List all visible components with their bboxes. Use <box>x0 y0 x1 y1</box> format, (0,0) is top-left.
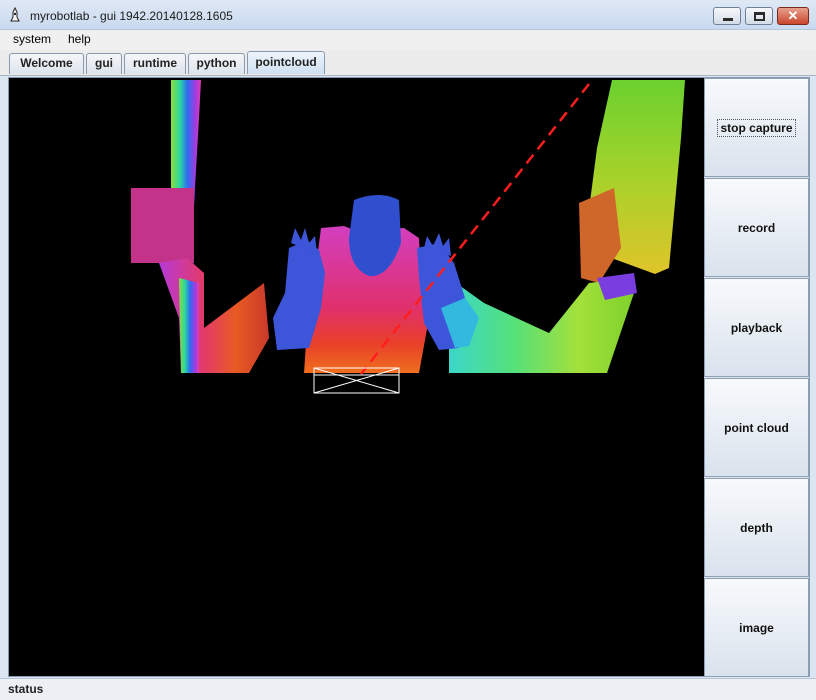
record-label: record <box>737 220 776 235</box>
point-cloud-label: point cloud <box>724 420 789 435</box>
pointcloud-sidebar: stop capture record playback point cloud… <box>704 78 809 677</box>
depth-label: depth <box>740 520 773 535</box>
depth-point-cloud-render <box>131 80 685 394</box>
close-button[interactable]: ✕ <box>777 7 809 25</box>
window-title: myrobotlab - gui 1942.20140128.1605 <box>30 9 233 23</box>
tab-strip: Welcome gui runtime python pointcloud <box>0 50 816 76</box>
tab-runtime[interactable]: runtime <box>124 53 186 74</box>
minimize-button[interactable] <box>713 7 741 25</box>
maximize-button[interactable] <box>745 7 773 25</box>
tab-gui[interactable]: gui <box>86 53 122 74</box>
tab-pointcloud[interactable]: pointcloud <box>247 51 325 74</box>
pointcloud-viewport[interactable] <box>9 78 703 676</box>
status-text: status <box>8 682 44 696</box>
close-icon: ✕ <box>787 8 799 23</box>
stop-capture-label: stop capture <box>717 118 796 137</box>
tab-welcome[interactable]: Welcome <box>9 53 84 74</box>
image-label: image <box>739 620 774 635</box>
status-bar: status <box>0 678 816 700</box>
window-title-bar: myrobotlab - gui 1942.20140128.1605 ✕ <box>0 0 816 30</box>
depth-button[interactable]: depth <box>704 478 809 577</box>
playback-button[interactable]: playback <box>704 278 809 377</box>
tab-python[interactable]: python <box>188 53 245 74</box>
menu-system[interactable]: system <box>13 32 51 46</box>
record-button[interactable]: record <box>704 178 809 277</box>
menu-bar: system help <box>0 30 816 50</box>
maximize-icon <box>754 12 765 21</box>
playback-label: playback <box>730 320 783 335</box>
pointcloud-panel: stop capture record playback point cloud… <box>8 77 810 677</box>
menu-help[interactable]: help <box>68 32 91 46</box>
robot-app-icon <box>10 7 20 22</box>
minimize-icon <box>723 18 733 21</box>
image-button[interactable]: image <box>704 578 809 677</box>
stop-capture-button[interactable]: stop capture <box>704 78 809 177</box>
point-cloud-button[interactable]: point cloud <box>704 378 809 477</box>
